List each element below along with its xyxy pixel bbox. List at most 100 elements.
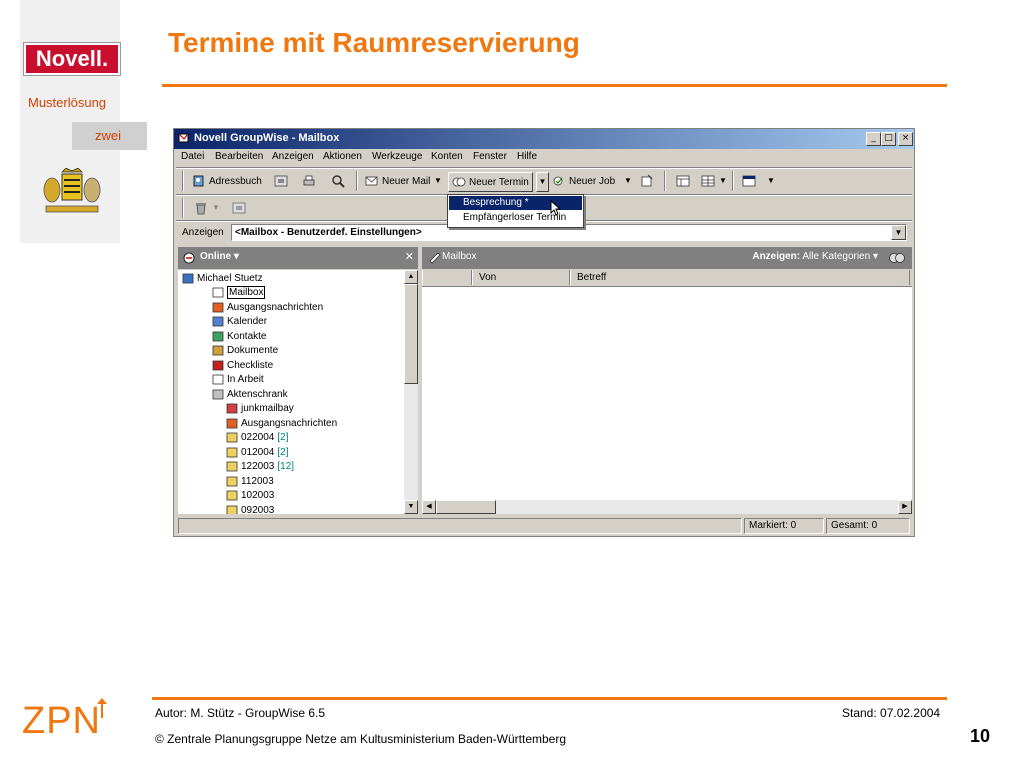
new-mail-button[interactable]: Neuer Mail — [365, 172, 430, 190]
toolbar-separator — [356, 171, 358, 191]
status-marked: Markiert: 0 — [744, 518, 824, 534]
tree-item-label: Michael Stuetz — [197, 272, 263, 284]
new-mail-label: Neuer Mail — [382, 175, 431, 187]
groupwise-app-icon — [178, 133, 189, 143]
scroll-up-icon[interactable]: ▲ — [404, 270, 418, 284]
toolbar-grip — [182, 171, 184, 191]
scroll-thumb[interactable] — [404, 284, 418, 384]
online-mode-label: Online — [200, 251, 232, 262]
categories-icon[interactable] — [888, 251, 906, 265]
column-header-icon[interactable] — [422, 270, 472, 285]
menu-bearbeiten[interactable]: Bearbeiten — [215, 151, 263, 162]
tree-item-label: Mailbox — [227, 286, 266, 299]
tree-item-label: 022004 — [241, 432, 275, 443]
menu-item-meeting[interactable]: Besprechung * — [449, 196, 582, 210]
folder-icon — [226, 447, 238, 457]
tree-item-022004[interactable]: 022004 [2] — [226, 431, 289, 445]
tree-item-checkliste[interactable]: Checkliste — [212, 358, 273, 372]
folder-tree-scrollbar[interactable]: ▲ ▼ — [404, 270, 418, 514]
tree-item-label: Kontakte — [227, 330, 267, 342]
new-task-button[interactable]: Neuer Job — [552, 172, 615, 190]
item-list-hscrollbar[interactable]: ◀ ▶ — [422, 500, 912, 514]
menu-item-unaddressed-appointment[interactable]: Empfängerloser Termin — [449, 211, 582, 225]
status-total: Gesamt: 0 — [826, 518, 910, 534]
address-book-label: Adressbuch — [209, 175, 262, 187]
hscroll-thumb[interactable] — [436, 500, 496, 514]
print-icon[interactable] — [302, 174, 316, 188]
new-appointment-dropdown-icon[interactable]: ▼ — [536, 172, 549, 192]
category-filter[interactable]: Anzeigen: Alle Kategorien ▾ — [752, 251, 878, 262]
window-view-icon[interactable] — [742, 174, 756, 188]
footer-copyright: © Zentrale Planungsgruppe Netze am Kultu… — [155, 732, 567, 746]
new-appointment-button[interactable]: Neuer Termin — [448, 172, 533, 192]
title-divider — [162, 84, 947, 87]
tree-item-label: Aktenschrank — [227, 388, 288, 400]
find-icon[interactable] — [274, 174, 288, 188]
tree-item-dokumente[interactable]: Dokumente — [212, 344, 278, 358]
folder-pane-header: Online ▾ ✕ — [178, 247, 418, 269]
scroll-down-icon[interactable]: ▼ — [404, 500, 418, 514]
window-titlebar[interactable]: Novell GroupWise - Mailbox _ □ × — [174, 129, 914, 149]
arrow-up-icon — [97, 698, 107, 718]
tree-item-ausgangsnachrichten[interactable]: Ausgangsnachrichten — [212, 300, 323, 314]
tree-item-122003[interactable]: 122003 [12] — [226, 460, 294, 474]
menu-aktionen[interactable]: Aktionen — [323, 151, 362, 162]
address-book-button[interactable]: Adressbuch — [192, 172, 262, 190]
minimize-button[interactable]: _ — [866, 132, 881, 146]
tree-item-mailbox[interactable]: Mailbox — [212, 286, 266, 300]
maximize-button[interactable]: □ — [881, 132, 896, 146]
tree-item-kontakte[interactable]: Kontakte — [212, 329, 266, 343]
view-select-value: <Mailbox - Benutzerdef. Einstellungen> — [235, 227, 422, 238]
tree-item-102003[interactable]: 102003 — [226, 489, 274, 503]
contacts-icon — [212, 331, 224, 341]
close-window-button[interactable]: × — [898, 132, 913, 146]
item-list[interactable]: Von Betreff — [422, 270, 912, 500]
layout-icon[interactable] — [676, 174, 690, 188]
menu-konten[interactable]: Konten — [431, 151, 463, 162]
new-note-icon[interactable] — [640, 174, 654, 188]
view-select-arrow-icon[interactable]: ▼ — [891, 225, 906, 240]
menu-hilfe[interactable]: Hilfe — [517, 151, 537, 162]
tree-item-092003[interactable]: 092003 — [226, 503, 274, 514]
tree-item-kalender[interactable]: Kalender — [212, 315, 267, 329]
zpn-logo: ZPN — [22, 700, 101, 742]
menu-datei[interactable]: Datei — [181, 151, 204, 162]
tree-item-aktenschrank[interactable]: Aktenschrank — [212, 387, 288, 401]
scroll-right-icon[interactable]: ▶ — [898, 500, 912, 514]
new-mail-icon — [365, 176, 378, 186]
search-icon[interactable] — [331, 174, 345, 188]
properties-icon[interactable] — [232, 201, 246, 215]
grid-view-dropdown-icon[interactable]: ▼ — [719, 176, 727, 185]
window-view-dropdown-icon[interactable]: ▼ — [767, 176, 775, 185]
documents-icon — [212, 345, 224, 356]
close-folder-pane-icon[interactable]: ✕ — [405, 250, 414, 263]
tree-item-in-arbeit[interactable]: In Arbeit — [212, 373, 264, 387]
new-mail-dropdown-icon[interactable]: ▼ — [434, 176, 442, 185]
category-filter-label: Anzeigen: — [752, 251, 801, 262]
tree-item-label: In Arbeit — [227, 374, 264, 385]
menu-werkzeuge[interactable]: Werkzeuge — [372, 151, 422, 162]
column-header-from[interactable]: Von — [472, 270, 570, 285]
groupwise-window: Novell GroupWise - Mailbox _ □ × Datei B… — [173, 128, 915, 537]
scroll-left-icon[interactable]: ◀ — [422, 500, 436, 514]
tree-item-michael-stuetz[interactable]: Michael Stuetz — [182, 271, 263, 285]
menu-anzeigen[interactable]: Anzeigen — [272, 151, 314, 162]
menu-fenster[interactable]: Fenster — [473, 151, 507, 162]
tree-item-label: Kalender — [227, 316, 268, 327]
online-mode-selector[interactable]: Online ▾ — [200, 251, 239, 262]
cabinet-icon — [212, 389, 224, 399]
trash-icon[interactable] — [194, 201, 208, 215]
tree-item-012004[interactable]: 012004 [2] — [226, 445, 289, 459]
grid-view-icon[interactable] — [701, 174, 715, 188]
tree-item-label: Ausgangsnachrichten — [241, 417, 338, 429]
tree-item-112003[interactable]: 112003 — [226, 474, 274, 488]
tree-item-junkmailbay[interactable]: junkmailbay — [226, 402, 294, 416]
sidebar-label: Musterlösung — [28, 95, 107, 110]
mailbox-icon — [212, 287, 224, 298]
column-header-subject[interactable]: Betreff — [570, 270, 910, 285]
new-task-dropdown-icon[interactable]: ▼ — [624, 176, 632, 185]
novell-logo: Novell. — [23, 42, 121, 76]
footer-author: Autor: M. Stütz - GroupWise 6.5 — [155, 706, 326, 720]
tree-item-ausgangsnachrichten[interactable]: Ausgangsnachrichten — [226, 416, 337, 430]
trash-dropdown-icon[interactable]: ▼ — [212, 203, 220, 212]
